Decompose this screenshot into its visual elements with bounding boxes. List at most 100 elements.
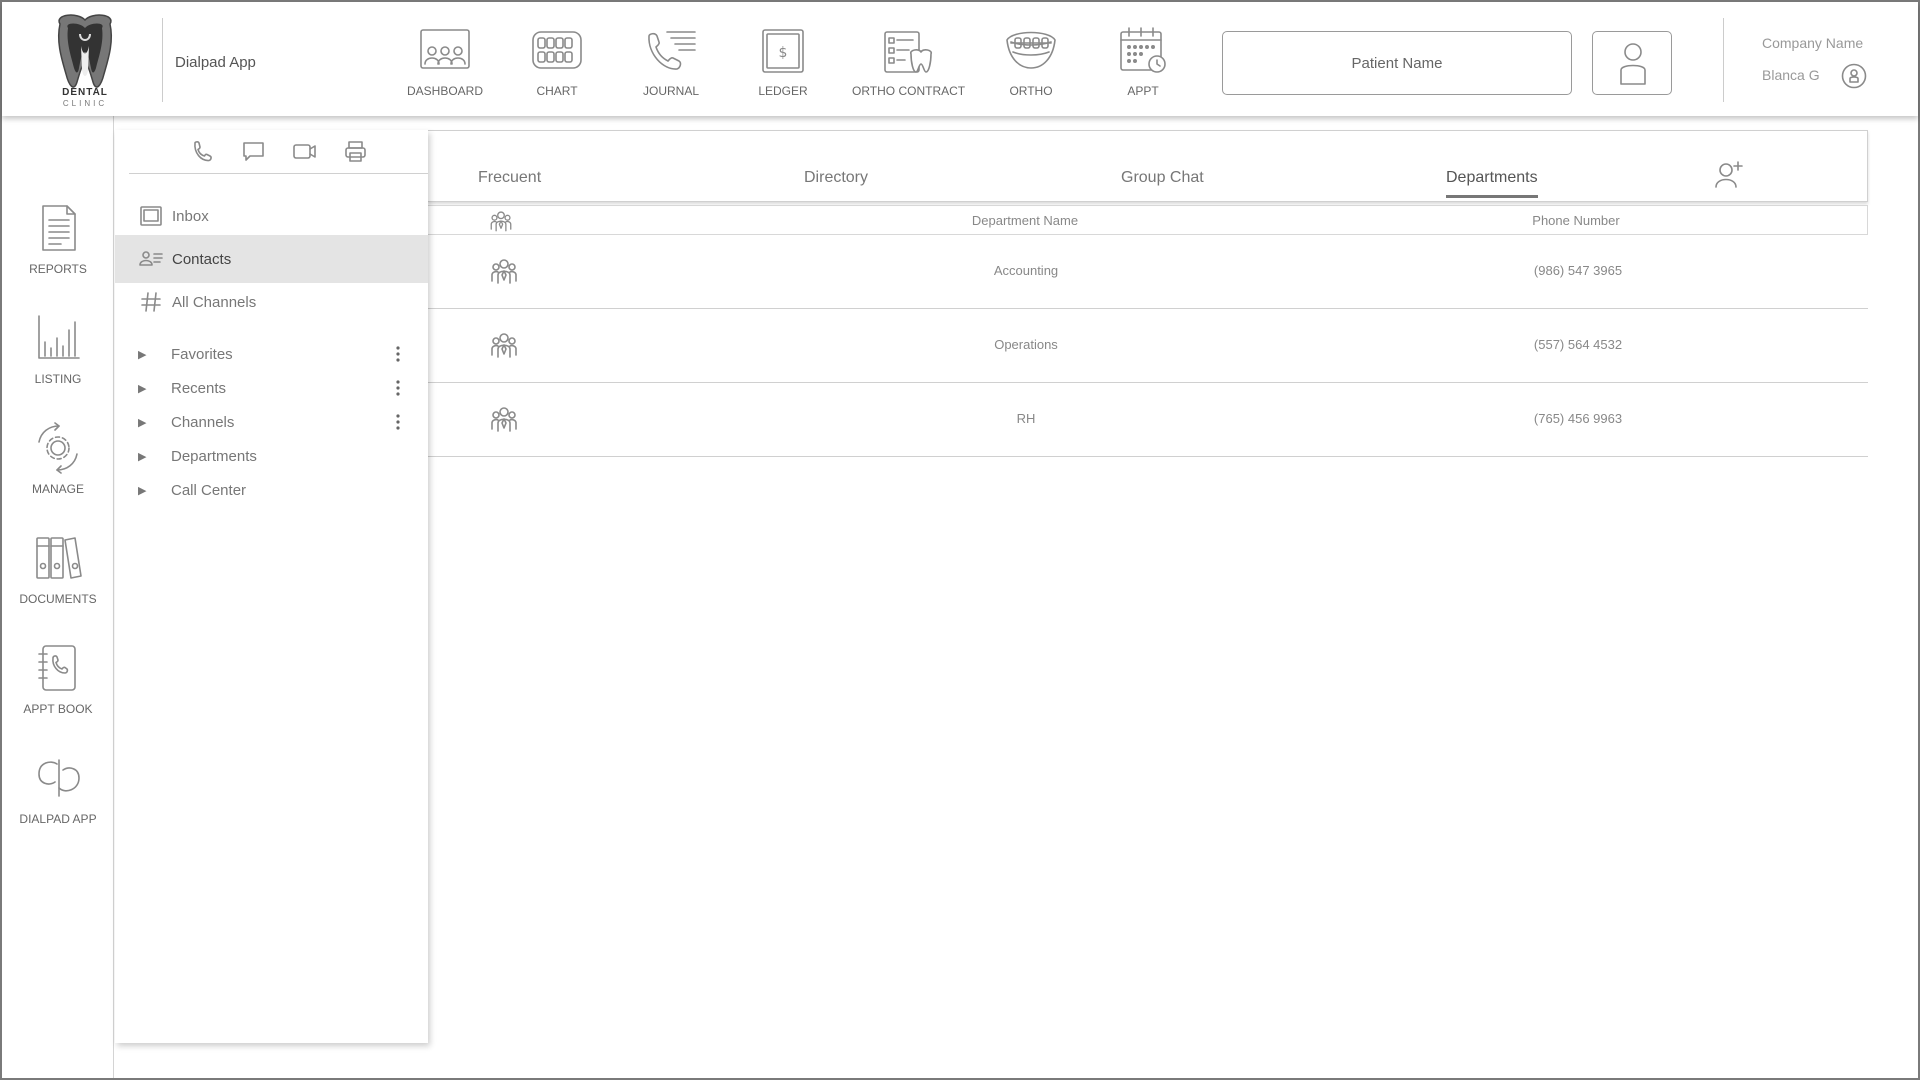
tree-label: Recents bbox=[171, 379, 227, 397]
header-phone-number[interactable]: Phone Number bbox=[1532, 213, 1619, 228]
person-icon bbox=[1620, 43, 1646, 85]
group-icon bbox=[491, 333, 517, 358]
ortho-contract-icon bbox=[879, 26, 935, 76]
rail-label: LISTING bbox=[34, 372, 82, 386]
phone-icon[interactable] bbox=[190, 139, 215, 164]
divider bbox=[1723, 18, 1724, 102]
caret-right-icon: ▶ bbox=[138, 484, 147, 497]
phone-number: (557) 564 4532 bbox=[1533, 337, 1623, 352]
calendar-icon bbox=[1115, 26, 1171, 76]
journal-icon bbox=[643, 26, 699, 76]
company-name: Company Name bbox=[1762, 35, 1864, 51]
rail-label: REPORTS bbox=[29, 262, 87, 276]
tree-label: Departments bbox=[171, 447, 257, 465]
department-name: RH bbox=[1016, 411, 1036, 426]
contacts-sidebar: Inbox Contacts All Channels ▶ Favorites … bbox=[115, 130, 428, 1043]
group-icon bbox=[491, 259, 517, 284]
nav-label: ORTHO bbox=[1009, 84, 1053, 98]
tree-call-center[interactable]: ▶ Call Center bbox=[115, 475, 428, 505]
rail-label: DIALPAD APP bbox=[19, 812, 97, 826]
dashboard-icon bbox=[417, 26, 473, 76]
printer-icon[interactable] bbox=[343, 139, 368, 164]
tab-directory[interactable]: Directory bbox=[804, 169, 868, 187]
comm-toolbar bbox=[129, 130, 428, 174]
menu-all-channels[interactable]: All Channels bbox=[115, 278, 428, 326]
rail-reports[interactable]: REPORTS bbox=[2, 202, 114, 276]
tree-favorites[interactable]: ▶ Favorites bbox=[115, 339, 428, 369]
rail-listing[interactable]: LISTING bbox=[2, 312, 114, 386]
tab-frecuent[interactable]: Frecuent bbox=[478, 169, 541, 187]
nav-label: CHART bbox=[536, 84, 578, 98]
rail-label: APPT BOOK bbox=[23, 702, 93, 716]
teeth-chart-icon bbox=[529, 26, 585, 76]
tab-group-chat[interactable]: Group Chat bbox=[1121, 169, 1204, 187]
nav-label: ORTHO CONTRACT bbox=[852, 84, 966, 98]
menu-label: Contacts bbox=[172, 250, 232, 268]
phone-number: (986) 547 3965 bbox=[1533, 263, 1623, 278]
nav-ledger[interactable]: $ LEDGER bbox=[728, 26, 838, 102]
rail-dialpad-app[interactable]: DIALPAD APP bbox=[2, 752, 114, 826]
table-row[interactable]: RH (765) 456 9963 bbox=[428, 383, 1868, 457]
bar-chart-icon bbox=[33, 312, 83, 364]
nav-label: LEDGER bbox=[758, 84, 808, 98]
divider bbox=[162, 18, 163, 102]
braces-icon bbox=[1003, 26, 1059, 76]
department-name: Accounting bbox=[993, 263, 1059, 278]
tree-label: Channels bbox=[171, 413, 235, 431]
nav-ortho-contract[interactable]: ORTHO CONTRACT bbox=[852, 26, 966, 102]
dialpad-icon bbox=[33, 752, 83, 804]
app-title: Dialpad App bbox=[175, 54, 256, 71]
caret-right-icon: ▶ bbox=[138, 382, 147, 395]
nav-label: DASHBOARD bbox=[406, 84, 483, 98]
more-vertical-icon[interactable] bbox=[393, 344, 403, 364]
video-icon[interactable] bbox=[292, 139, 317, 164]
nav-journal[interactable]: JOURNAL bbox=[616, 26, 726, 102]
patient-name-field[interactable]: Patient Name bbox=[1222, 31, 1572, 95]
tree-departments[interactable]: ▶ Departments bbox=[115, 441, 428, 471]
menu-inbox[interactable]: Inbox bbox=[115, 192, 428, 240]
rail-label: MANAGE bbox=[31, 482, 84, 496]
left-rail: REPORTS LISTING MANAGE DOCUMENTS APPT BO… bbox=[2, 116, 114, 1078]
inbox-icon bbox=[139, 204, 163, 228]
nav-ortho[interactable]: ORTHO bbox=[976, 26, 1086, 102]
header-department-name[interactable]: Department Name bbox=[972, 213, 1078, 228]
binders-icon bbox=[33, 532, 83, 584]
department-name: Operations bbox=[994, 337, 1058, 352]
logo-text: DENTAL bbox=[62, 87, 108, 98]
tab-departments[interactable]: Departments bbox=[1446, 169, 1538, 198]
table-row[interactable]: Accounting (986) 547 3965 bbox=[428, 235, 1868, 309]
tree-channels[interactable]: ▶ Channels bbox=[115, 407, 428, 437]
rail-appt-book[interactable]: APPT BOOK bbox=[2, 642, 114, 716]
top-bar: DENTAL CLINIC Dialpad App DASHBOARD CHAR… bbox=[2, 2, 1918, 116]
table-row[interactable]: Operations (557) 564 4532 bbox=[428, 309, 1868, 383]
tree-label: Call Center bbox=[171, 481, 247, 499]
group-icon bbox=[491, 407, 517, 432]
gear-cycle-icon bbox=[33, 422, 83, 474]
nav-dashboard[interactable]: DASHBOARD bbox=[390, 26, 500, 102]
tree-label: Favorites bbox=[171, 345, 233, 363]
chat-icon[interactable] bbox=[241, 139, 266, 164]
report-icon bbox=[33, 202, 83, 254]
tree-recents[interactable]: ▶ Recents bbox=[115, 373, 428, 403]
contacts-tabs: Frecuent Directory Group Chat Department… bbox=[428, 130, 1868, 202]
table-header: Department Name Phone Number bbox=[428, 205, 1868, 235]
nav-appt[interactable]: APPT bbox=[1088, 26, 1198, 102]
rail-label: DOCUMENTS bbox=[19, 592, 97, 606]
more-vertical-icon[interactable] bbox=[393, 412, 403, 432]
patient-avatar-button[interactable] bbox=[1592, 31, 1672, 95]
nav-chart[interactable]: CHART bbox=[502, 26, 612, 102]
nav-label: APPT bbox=[1127, 84, 1159, 98]
phone-book-icon bbox=[33, 642, 83, 694]
caret-right-icon: ▶ bbox=[138, 348, 147, 361]
rail-documents[interactable]: DOCUMENTS bbox=[2, 532, 114, 606]
menu-label: Inbox bbox=[172, 207, 209, 225]
caret-right-icon: ▶ bbox=[138, 450, 147, 463]
more-vertical-icon[interactable] bbox=[393, 378, 403, 398]
logo-subtext: CLINIC bbox=[62, 99, 108, 108]
rail-manage[interactable]: MANAGE bbox=[2, 422, 114, 496]
user-avatar-icon[interactable] bbox=[1841, 63, 1867, 89]
phone-number: (765) 456 9963 bbox=[1533, 411, 1623, 426]
nav-label: JOURNAL bbox=[642, 84, 699, 98]
menu-contacts[interactable]: Contacts bbox=[115, 235, 428, 283]
add-contact-icon[interactable] bbox=[1714, 160, 1744, 190]
